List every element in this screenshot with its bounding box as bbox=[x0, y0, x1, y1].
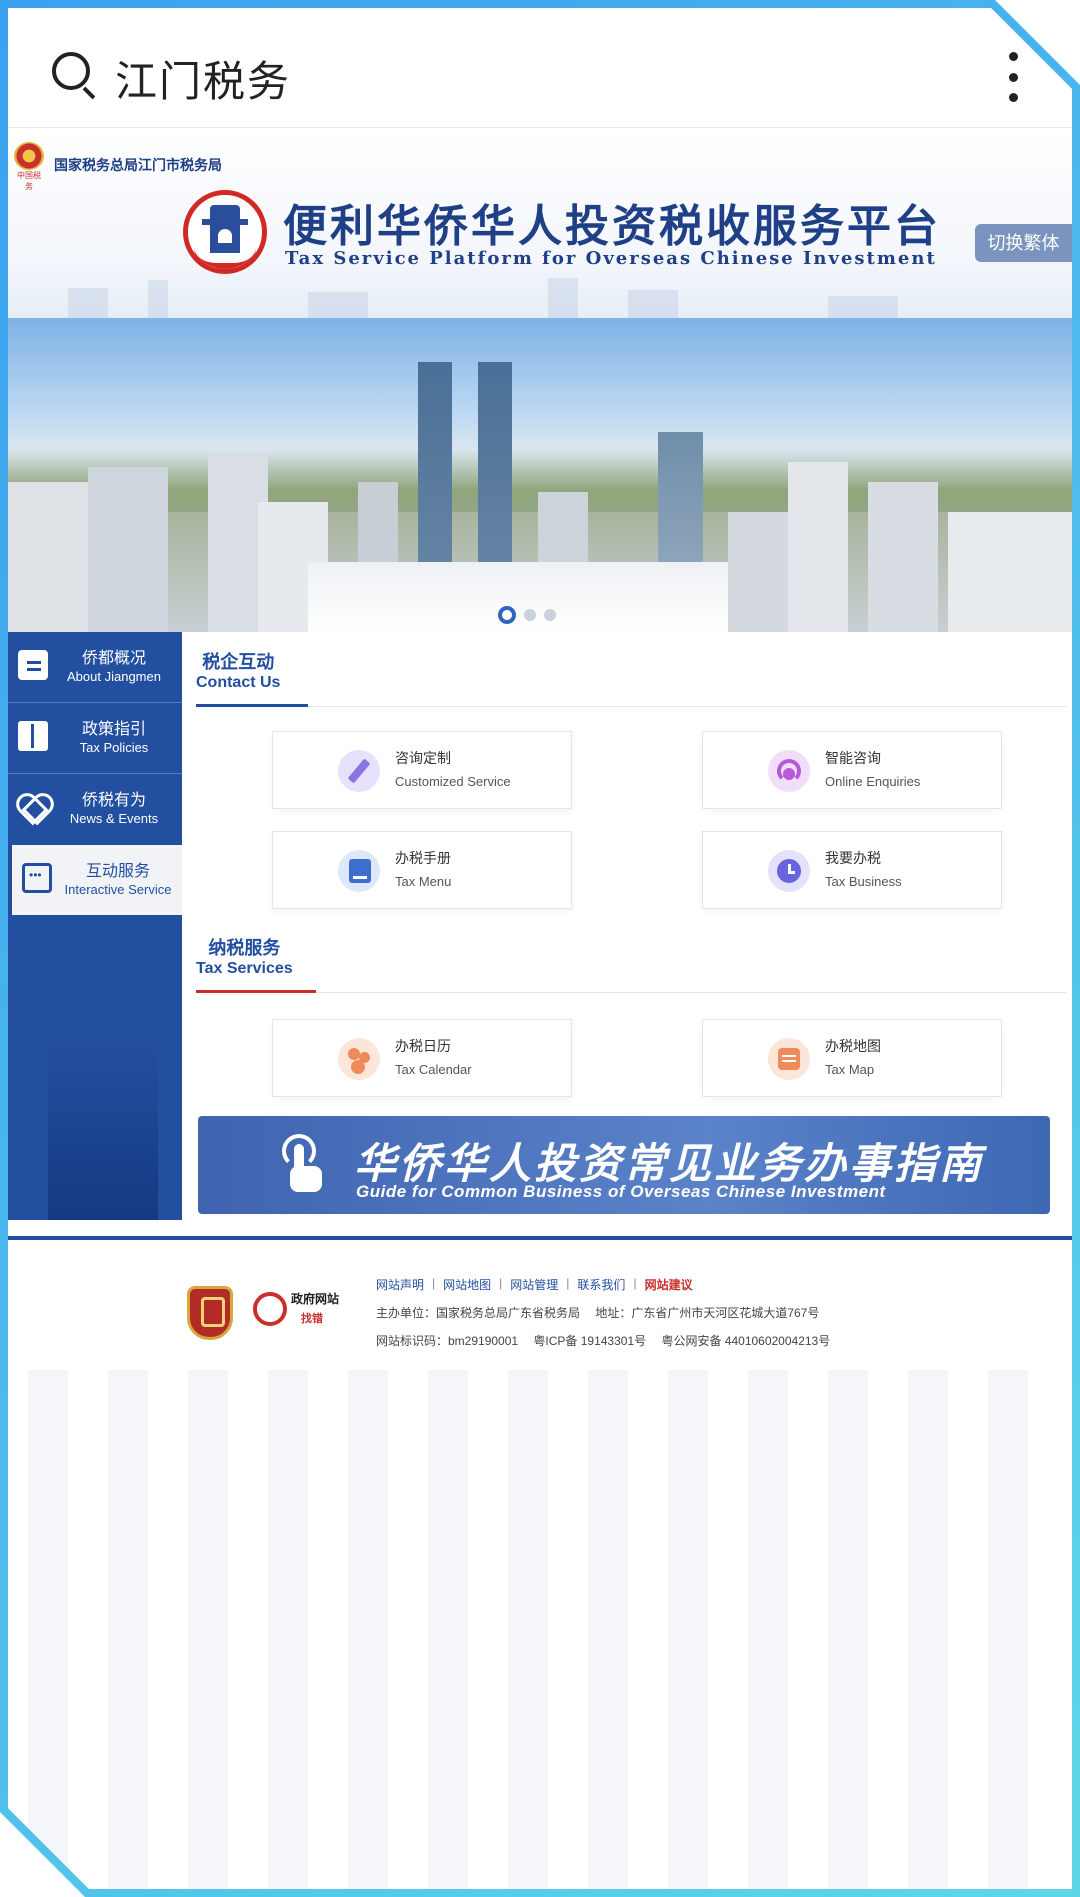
carousel-dot-3[interactable] bbox=[544, 609, 556, 621]
sidebar-item-sublabel: Interactive Service bbox=[64, 882, 172, 897]
page-title: 江门税务 bbox=[115, 58, 292, 105]
section-title-contact: 税企互动 Contact Us bbox=[196, 648, 280, 692]
sidebar-item-sublabel: About Jiangmen bbox=[67, 669, 161, 684]
badge-title: 政府网站 bbox=[291, 1292, 340, 1306]
footer-background-decoration bbox=[28, 1370, 1058, 1889]
footer-link-contact[interactable]: 联系我们 bbox=[577, 1276, 625, 1293]
card-label: 办税手册 bbox=[395, 850, 451, 866]
sidebar-item-label: 政策指引 bbox=[81, 721, 146, 738]
card-sublabel: Online Enquiries bbox=[825, 774, 921, 789]
card-tax-calendar[interactable]: 办税日历 Tax Calendar bbox=[272, 1019, 572, 1097]
card-sublabel: Tax Calendar bbox=[395, 1062, 472, 1077]
section-title-cn: 税企互动 bbox=[202, 652, 275, 672]
card-customized-service[interactable]: 咨询定制 Customized Service bbox=[272, 731, 572, 809]
government-site-error-report-badge[interactable]: 政府网站 找错 bbox=[253, 1288, 349, 1330]
card-sublabel: Tax Business bbox=[825, 874, 902, 889]
footer-link-suggestion[interactable]: 网站建议 bbox=[645, 1276, 693, 1293]
manual-icon bbox=[338, 850, 380, 892]
card-sublabel: Tax Map bbox=[825, 1062, 875, 1077]
sidebar-item-label: 侨都概况 bbox=[81, 650, 146, 667]
pen-icon bbox=[338, 750, 380, 792]
more-menu-icon[interactable] bbox=[1006, 52, 1020, 102]
sidebar-item-policies[interactable]: 政策指引 Tax Policies bbox=[8, 703, 182, 773]
party-government-badge-icon[interactable] bbox=[187, 1286, 233, 1340]
platform-logo-icon bbox=[183, 190, 267, 274]
sidebar-item-about[interactable]: 侨都概况 About Jiangmen bbox=[8, 632, 182, 702]
chat-icon bbox=[18, 650, 48, 680]
carousel-dots bbox=[498, 606, 556, 624]
card-label: 办税地图 bbox=[825, 1038, 881, 1054]
switch-traditional-button[interactable]: 切换繁体 bbox=[975, 224, 1072, 262]
footer-link-statement[interactable]: 网站声明 bbox=[376, 1276, 424, 1293]
card-label: 咨询定制 bbox=[395, 750, 451, 766]
heart-icon bbox=[18, 792, 48, 822]
section-title-en: Contact Us bbox=[196, 674, 281, 691]
card-tax-menu[interactable]: 办税手册 Tax Menu bbox=[272, 831, 572, 909]
footer-link-sitemap[interactable]: 网站地图 bbox=[443, 1276, 491, 1293]
sidebar-building-decoration bbox=[48, 1040, 158, 1220]
tax-bureau-emblem-icon: 中国税务 bbox=[14, 142, 44, 191]
calendar-dots-icon bbox=[338, 1038, 380, 1080]
screen: 江门税务 中国税务 国家税务总局江门市税务局 便利华侨华人投资税收服务平台 Ta… bbox=[8, 8, 1072, 1889]
book-icon bbox=[18, 721, 48, 751]
card-tax-business[interactable]: 我要办税 Tax Business bbox=[702, 831, 1002, 909]
site-footer: 政府网站 找错 网站声明 | 网站地图 | 网站管理 | 联系我们 | 网站建议 主办单… bbox=[8, 1240, 1072, 1889]
search-icon[interactable] bbox=[52, 52, 96, 100]
map-list-icon bbox=[768, 1038, 810, 1080]
sidebar-item-sublabel: News & Events bbox=[69, 811, 159, 826]
sidebar-item-sublabel: Tax Policies bbox=[79, 740, 149, 755]
sidebar-item-interactive[interactable]: 互动服务 Interactive Service bbox=[12, 845, 182, 915]
pointing-hand-icon bbox=[282, 1134, 328, 1194]
headset-icon bbox=[768, 750, 810, 792]
card-label: 智能咨询 bbox=[825, 750, 881, 766]
header-skyline-decoration bbox=[8, 278, 1072, 318]
footer-links: 网站声明 | 网站地图 | 网站管理 | 联系我们 | 网站建议 bbox=[376, 1276, 693, 1293]
badge-subtitle: 找错 bbox=[301, 1313, 323, 1325]
section-title-en: Tax Services bbox=[196, 960, 293, 977]
carousel-dot-2[interactable] bbox=[524, 609, 536, 621]
guide-title-en: Guide for Common Business of Overseas Ch… bbox=[356, 1182, 886, 1201]
card-tax-map[interactable]: 办税地图 Tax Map bbox=[702, 1019, 1002, 1097]
section-title-services: 纳税服务 Tax Services bbox=[196, 934, 293, 978]
carousel-dot-1[interactable] bbox=[498, 606, 516, 624]
browser-top-bar: 江门税务 bbox=[8, 8, 1072, 128]
sidebar-nav: 侨都概况 About Jiangmen 政策指引 Tax Policies 侨税… bbox=[8, 632, 182, 1220]
platform-title-en: Tax Service Platform for Overseas Chines… bbox=[285, 248, 937, 269]
footer-site-ids: 网站标识码：bm29190001 粤ICP备 19143301号 粤公网安备 4… bbox=[376, 1334, 831, 1348]
card-label: 我要办税 bbox=[825, 850, 881, 866]
section-title-cn: 纳税服务 bbox=[208, 938, 281, 958]
card-label: 办税日历 bbox=[395, 1038, 451, 1054]
footer-link-management[interactable]: 网站管理 bbox=[510, 1276, 558, 1293]
sidebar-item-news[interactable]: 侨税有为 News & Events bbox=[8, 774, 182, 844]
site-header: 中国税务 国家税务总局江门市税务局 便利华侨华人投资税收服务平台 Tax Ser… bbox=[8, 128, 1072, 318]
bureau-name: 国家税务总局江门市税务局 bbox=[54, 157, 222, 173]
card-sublabel: Tax Menu bbox=[395, 874, 452, 889]
sidebar-item-label: 侨税有为 bbox=[81, 792, 146, 809]
device-frame: 江门税务 中国税务 国家税务总局江门市税务局 便利华侨华人投资税收服务平台 Ta… bbox=[0, 0, 1080, 1897]
platform-title-cn: 便利华侨华人投资税收服务平台 bbox=[283, 201, 941, 252]
card-online-enquiries[interactable]: 智能咨询 Online Enquiries bbox=[702, 731, 1002, 809]
clock-icon bbox=[768, 850, 810, 892]
message-icon bbox=[22, 863, 52, 893]
footer-sponsor: 主办单位：国家税务总局广东省税务局 地址：广东省广州市天河区花城大道767号 bbox=[376, 1306, 820, 1320]
business-guide-banner[interactable]: 华侨华人投资常见业务办事指南 Guide for Common Business… bbox=[198, 1116, 1050, 1214]
main-content: 税企互动 Contact Us 咨询定制 Customized Service … bbox=[182, 632, 1072, 1220]
city-photo-carousel[interactable] bbox=[8, 318, 1072, 632]
card-sublabel: Customized Service bbox=[395, 774, 511, 789]
magnifier-icon bbox=[253, 1292, 287, 1326]
sidebar-item-label: 互动服务 bbox=[85, 863, 150, 880]
